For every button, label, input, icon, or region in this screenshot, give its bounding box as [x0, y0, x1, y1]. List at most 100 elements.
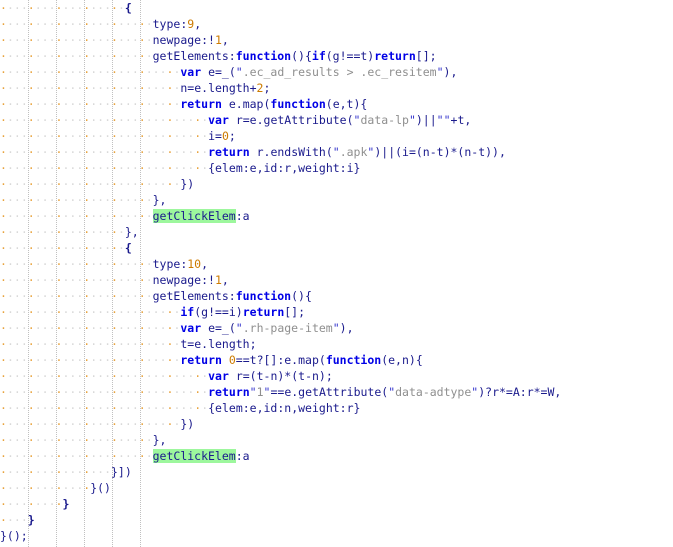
code-token: }])	[111, 465, 132, 479]
code-token: ),	[443, 65, 458, 79]
code-line[interactable]: ······························{elem:e,id…	[0, 400, 673, 416]
code-line[interactable]: ·········}	[0, 496, 673, 512]
code-editor-view[interactable]: ··················{·····················…	[0, 0, 673, 547]
whitespace-dots: ······················	[0, 209, 153, 223]
code-line[interactable]: ······················newpage:!1,	[0, 272, 673, 288]
code-token: ,	[201, 257, 209, 271]
whitespace-dots: ··························	[0, 81, 181, 95]
whitespace-dots: ··························	[0, 353, 181, 367]
code-token: r=e.getAttribute(	[228, 113, 354, 127]
code-token: :a	[235, 449, 250, 463]
code-line[interactable]: ··················{	[0, 0, 673, 16]
code-token: [];	[284, 305, 306, 319]
code-line[interactable]: ··························})	[0, 416, 673, 432]
quote-token: "	[235, 321, 243, 335]
code-token: n=e.length+	[180, 81, 257, 95]
code-token: ==e.getAttribute(	[270, 385, 389, 399]
whitespace-dots: ····	[0, 513, 28, 527]
code-line[interactable]: ··························var e=_(".rh-p…	[0, 320, 673, 336]
code-token: (e,t){	[325, 97, 368, 111]
whitespace-dots: ······················	[0, 257, 153, 271]
whitespace-dots: ··························	[0, 417, 181, 431]
search-highlight: getClickElem	[152, 449, 236, 463]
code-token: getElements:	[152, 289, 236, 303]
code-token: {elem:e,id:n,weight:r}	[208, 401, 361, 415]
code-token: :a	[235, 209, 250, 223]
code-token: ;	[228, 129, 236, 143]
string-token: 1	[256, 385, 264, 399]
code-line[interactable]: ··························if(g!==i)retur…	[0, 304, 673, 320]
code-line[interactable]: ······················getElements:functi…	[0, 48, 673, 64]
whitespace-dots: ······················	[0, 289, 153, 303]
code-line[interactable]: ··················{	[0, 240, 673, 256]
code-token: },	[152, 433, 167, 447]
code-token: })	[180, 417, 195, 431]
code-token: ==t?[]:e.map(	[235, 353, 326, 367]
code-token: (){	[291, 289, 312, 303]
string-token: data-adtype	[395, 385, 472, 399]
code-line[interactable]: ····}	[0, 512, 673, 528]
code-token: )?r*=A:r*=W,	[478, 385, 562, 399]
code-line[interactable]: ··················},	[0, 224, 673, 240]
whitespace-dots: ··························	[0, 305, 181, 319]
code-line[interactable]: ······················getClickElem:a	[0, 448, 673, 464]
code-token: newpage:!	[152, 273, 215, 287]
code-line[interactable]: ······················type:9,	[0, 16, 673, 32]
code-line[interactable]: ······························return r.e…	[0, 144, 673, 160]
code-line[interactable]: ······························return"1"=…	[0, 384, 673, 400]
whitespace-dots: ······················	[0, 33, 153, 47]
code-line[interactable]: ······························var r=e.ge…	[0, 112, 673, 128]
whitespace-dots: ······················	[0, 273, 153, 287]
code-token: e=_(	[201, 321, 236, 335]
code-line[interactable]: ······························var r=(t-n…	[0, 368, 673, 384]
code-token: [];	[415, 49, 437, 63]
code-line[interactable]: }();	[0, 528, 673, 544]
code-line[interactable]: ················}])	[0, 464, 673, 480]
code-token: newpage:!	[152, 33, 215, 47]
whitespace-dots: ······················	[0, 49, 153, 63]
code-line[interactable]: ··························n=e.length+2;	[0, 80, 673, 96]
keyword-token: if	[311, 49, 326, 63]
code-line[interactable]: ··························t=e.length;	[0, 336, 673, 352]
string-token: data-lp	[360, 113, 409, 127]
code-line[interactable]: ··························return e.map(f…	[0, 96, 673, 112]
number-token: 0	[228, 353, 236, 367]
keyword-token: return	[242, 305, 285, 319]
code-token: {elem:e,id:r,weight:i}	[208, 161, 361, 175]
code-line[interactable]: ······························{elem:e,id…	[0, 160, 673, 176]
code-line[interactable]: ······················getClickElem:a	[0, 208, 673, 224]
keyword-token: function	[235, 289, 292, 303]
whitespace-dots: ······················	[0, 193, 153, 207]
quote-token: "	[332, 145, 340, 159]
number-token: 1	[214, 33, 222, 47]
whitespace-dots: ······························	[0, 113, 209, 127]
string-token: .ec_ad_results > .ec_resitem	[242, 65, 437, 79]
code-line[interactable]: ······················},	[0, 192, 673, 208]
code-token: r=(t-n)*(t-n);	[228, 369, 333, 383]
whitespace-dots: ······························	[0, 161, 209, 175]
code-line[interactable]: ······················},	[0, 432, 673, 448]
whitespace-dots: ·········	[0, 497, 63, 511]
code-line[interactable]: ·············}()	[0, 480, 673, 496]
code-token: },	[124, 225, 139, 239]
code-token: ,	[221, 273, 229, 287]
code-token: )||(i=(n-t)*(n-t)),	[374, 145, 506, 159]
keyword-token: return	[208, 385, 250, 399]
code-line[interactable]: ······················type:10,	[0, 256, 673, 272]
code-line[interactable]: ··························var e=_(".ec_a…	[0, 64, 673, 80]
string-token: .rh-page-item	[242, 321, 333, 335]
code-line[interactable]: ······················newpage:!1,	[0, 32, 673, 48]
code-line[interactable]: ······················getElements:functi…	[0, 288, 673, 304]
code-token: {	[124, 241, 132, 255]
code-token: (g!==t)	[325, 49, 375, 63]
keyword-token: var	[180, 321, 202, 335]
code-line[interactable]: ······························i=0;	[0, 128, 673, 144]
code-token: ,	[221, 33, 229, 47]
code-token: (){	[291, 49, 312, 63]
keyword-token: function	[325, 353, 382, 367]
code-line[interactable]: ··························})	[0, 176, 673, 192]
code-line[interactable]: ··························return 0==t?[]…	[0, 352, 673, 368]
quote-token: "	[408, 113, 416, 127]
whitespace-dots: ······························	[0, 369, 209, 383]
